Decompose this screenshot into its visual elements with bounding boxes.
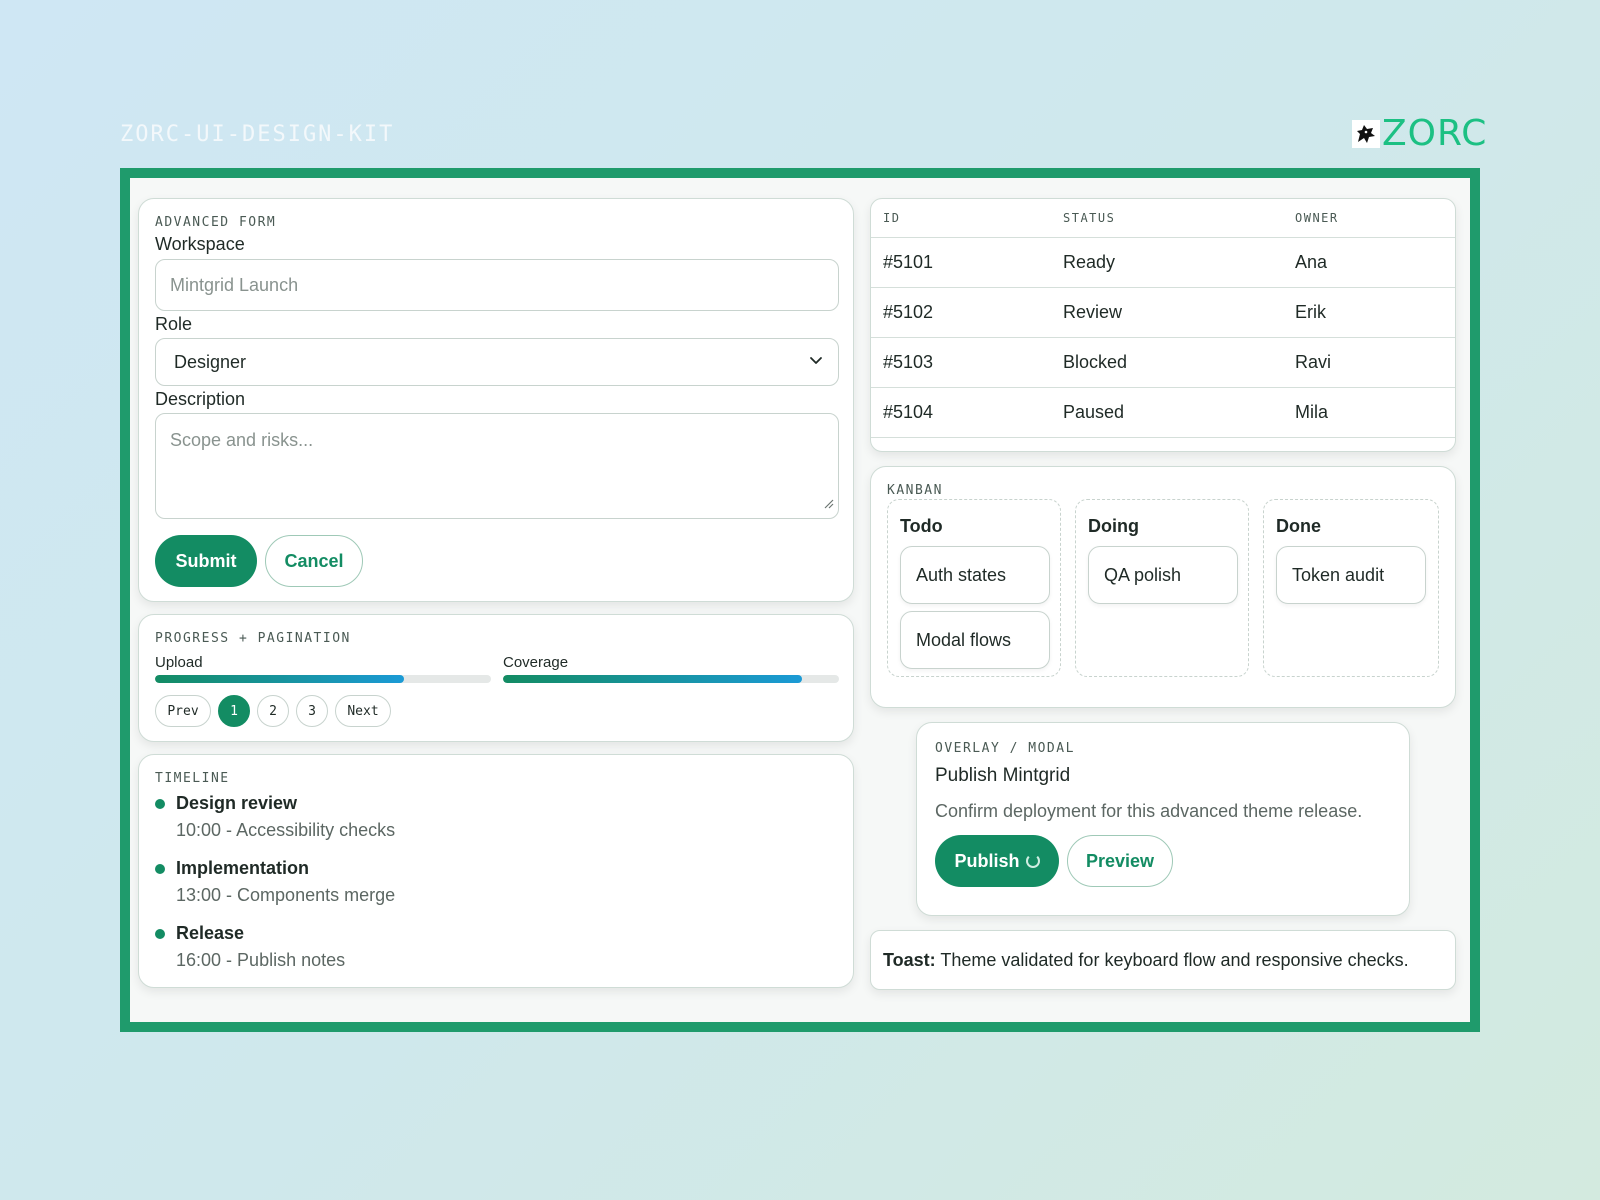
pagination-page-2[interactable]: 2 xyxy=(257,695,289,727)
kanban-eyebrow: KANBAN xyxy=(887,483,943,498)
pagination: Prev 1 2 3 Next xyxy=(155,695,391,727)
timeline-dot-icon xyxy=(155,799,165,809)
table-header-row: ID STATUS OWNER xyxy=(871,199,1455,238)
table-row[interactable]: #5103 Blocked Ravi xyxy=(871,337,1455,388)
timeline-item-title: Design review xyxy=(176,793,298,813)
timeline-item-title: Release xyxy=(176,923,245,943)
role-select[interactable]: Designer xyxy=(155,338,839,386)
cancel-button[interactable]: Cancel xyxy=(265,535,363,587)
cell-status: Paused xyxy=(1063,387,1295,438)
pagination-next-button[interactable]: Next xyxy=(335,695,391,727)
advanced-form-card: ADVANCED FORM Workspace Mintgrid Launch … xyxy=(138,198,854,602)
column-header-status: STATUS xyxy=(1063,199,1295,238)
cell-owner: Erik xyxy=(1295,287,1455,338)
progress-eyebrow: PROGRESS + PAGINATION xyxy=(155,631,351,646)
logo-wordmark: ZORC xyxy=(1382,113,1488,154)
cell-owner: Mila xyxy=(1295,387,1455,438)
cell-status: Review xyxy=(1063,287,1295,338)
kanban-card-item[interactable]: Modal flows xyxy=(900,611,1050,669)
kanban-column-title: Doing xyxy=(1088,516,1139,536)
cell-owner: Ravi xyxy=(1295,337,1455,388)
table-row[interactable]: #5104 Paused Mila xyxy=(871,387,1455,438)
column-header-owner: OWNER xyxy=(1295,199,1455,238)
timeline-dot-icon xyxy=(155,864,165,874)
kanban-card-item[interactable]: QA polish xyxy=(1088,546,1238,604)
kanban-column-doing: Doing QA polish xyxy=(1075,499,1249,677)
publish-label: Publish xyxy=(954,850,1020,871)
kanban-column-title: Todo xyxy=(900,516,943,536)
timeline-dot-icon xyxy=(155,929,165,939)
upload-progress-fill xyxy=(155,675,404,683)
kanban-column-done: Done Token audit xyxy=(1263,499,1439,677)
timeline-item-title: Implementation xyxy=(176,858,310,878)
pagination-page-3[interactable]: 3 xyxy=(296,695,328,727)
coverage-label: Coverage xyxy=(503,654,569,671)
status-table: ID STATUS OWNER #5101 Ready Ana #5102 Re… xyxy=(871,199,1455,438)
pagination-prev-button[interactable]: Prev xyxy=(155,695,211,727)
kanban-column-title: Done xyxy=(1276,516,1321,536)
timeline-item-detail: 13:00 - Components merge xyxy=(176,885,396,905)
timeline-eyebrow: TIMELINE xyxy=(155,771,230,786)
coverage-progress-fill xyxy=(503,675,803,683)
timeline-item-detail: 10:00 - Accessibility checks xyxy=(176,820,396,840)
table-row[interactable]: #5101 Ready Ana xyxy=(871,237,1455,288)
workspace-label: Workspace xyxy=(155,234,245,254)
table-row[interactable]: #5102 Review Erik xyxy=(871,287,1455,338)
coverage-progress-bar xyxy=(503,675,839,683)
upload-progress-bar xyxy=(155,675,491,683)
cell-id: #5102 xyxy=(871,287,1063,338)
cell-status: Ready xyxy=(1063,237,1295,288)
workspace-input[interactable]: Mintgrid Launch xyxy=(155,259,839,311)
timeline-card: TIMELINE Design review 10:00 - Accessibi… xyxy=(138,754,854,988)
description-textarea[interactable]: Scope and risks... xyxy=(155,413,839,519)
toast-label: Toast: xyxy=(883,949,936,970)
kanban-card: KANBAN Todo Auth states Modal flows Doin… xyxy=(870,466,1456,708)
upload-label: Upload xyxy=(155,654,203,671)
toast-notification: Toast: Theme validated for keyboard flow… xyxy=(870,930,1456,990)
description-label: Description xyxy=(155,389,246,409)
kanban-card-item[interactable]: Token audit xyxy=(1276,546,1426,604)
cell-id: #5101 xyxy=(871,237,1063,288)
kanban-card-item[interactable]: Auth states xyxy=(900,546,1050,604)
data-table-card: ID STATUS OWNER #5101 Ready Ana #5102 Re… xyxy=(870,198,1456,452)
kit-label: ZORC-UI-DESIGN-KIT xyxy=(120,122,395,147)
cell-id: #5104 xyxy=(871,387,1063,438)
cell-owner: Ana xyxy=(1295,237,1455,288)
progress-pagination-card: PROGRESS + PAGINATION Upload Coverage Pr… xyxy=(138,614,854,742)
loading-spinner-icon xyxy=(1025,854,1040,868)
role-label: Role xyxy=(155,314,193,334)
cell-id: #5103 xyxy=(871,337,1063,388)
modal-eyebrow: OVERLAY / MODAL xyxy=(935,741,1075,756)
workspace-placeholder: Mintgrid Launch xyxy=(170,274,299,295)
kanban-column-todo: Todo Auth states Modal flows xyxy=(887,499,1061,677)
preview-button[interactable]: Preview xyxy=(1067,835,1173,887)
timeline-item-detail: 16:00 - Publish notes xyxy=(176,950,346,970)
brand-logo: ZORC xyxy=(1352,116,1487,152)
chevron-down-icon xyxy=(808,352,824,373)
frame-canvas: ADVANCED FORM Workspace Mintgrid Launch … xyxy=(130,178,1470,1022)
cell-status: Blocked xyxy=(1063,337,1295,388)
pagination-page-1[interactable]: 1 xyxy=(218,695,250,727)
resize-handle-icon[interactable] xyxy=(824,493,834,514)
modal-title: Publish Mintgrid xyxy=(935,765,1071,786)
design-kit-frame: ADVANCED FORM Workspace Mintgrid Launch … xyxy=(120,168,1480,1032)
submit-button[interactable]: Submit xyxy=(155,535,257,587)
publish-modal: OVERLAY / MODAL Publish Mintgrid Confirm… xyxy=(916,722,1410,916)
description-placeholder: Scope and risks... xyxy=(170,430,314,450)
form-eyebrow: ADVANCED FORM xyxy=(155,215,277,230)
publish-button[interactable]: Publish xyxy=(935,835,1059,887)
column-header-id: ID xyxy=(871,199,1063,238)
mascot-icon xyxy=(1352,120,1380,148)
modal-body: Confirm deployment for this advanced the… xyxy=(935,801,1363,821)
role-value: Designer xyxy=(174,351,247,372)
toast-message: Toast: Theme validated for keyboard flow… xyxy=(883,949,1409,970)
